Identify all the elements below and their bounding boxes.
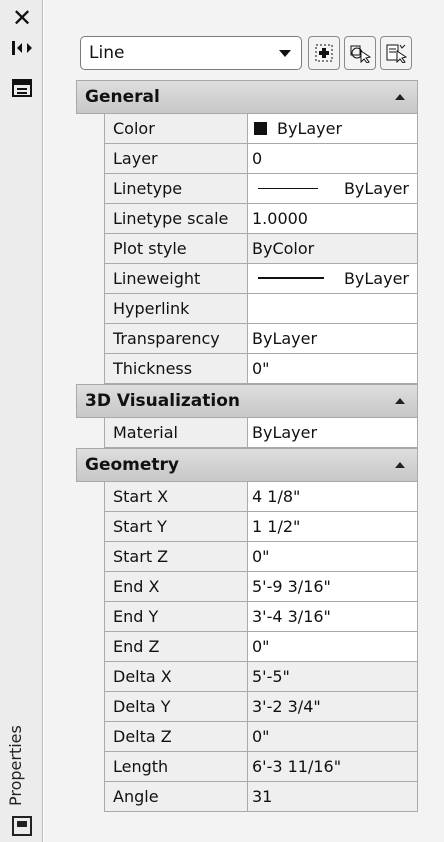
property-label: Transparency: [104, 324, 247, 354]
section-general[interactable]: General: [76, 80, 418, 114]
property-row[interactable]: Length 6'-3 11/16": [76, 752, 418, 782]
property-row[interactable]: Linetype ByLayer: [76, 174, 418, 204]
collapse-icon[interactable]: [395, 398, 405, 404]
property-value[interactable]: ByLayer: [247, 324, 418, 354]
property-value[interactable]: ByLayer: [247, 418, 418, 448]
property-label: Delta Z: [104, 722, 247, 752]
property-row[interactable]: Start X 4 1/8": [76, 482, 418, 512]
property-value: 3'-2 3/4": [247, 692, 418, 722]
property-value[interactable]: ByLayer: [247, 174, 418, 204]
quick-select-button[interactable]: [380, 36, 412, 70]
property-value[interactable]: ByLayer: [247, 114, 418, 144]
linetype-sample-icon: [258, 188, 318, 189]
property-value[interactable]: 0: [247, 144, 418, 174]
property-value[interactable]: 4 1/8": [247, 482, 418, 512]
property-row[interactable]: End Z 0": [76, 632, 418, 662]
property-row[interactable]: Delta Z 0": [76, 722, 418, 752]
property-label: Linetype scale: [104, 204, 247, 234]
property-value[interactable]: 1 1/2": [247, 512, 418, 542]
auto-hide-icon[interactable]: [10, 36, 34, 60]
property-label: Color: [104, 114, 247, 144]
property-value-text: ByLayer: [343, 179, 409, 198]
palette-settings-icon[interactable]: [12, 816, 32, 836]
property-value[interactable]: 5'-9 3/16": [247, 572, 418, 602]
property-label: Hyperlink: [104, 294, 247, 324]
property-row[interactable]: Delta X 5'-5": [76, 662, 418, 692]
property-label: Angle: [104, 782, 247, 812]
section-title: General: [85, 87, 160, 107]
property-label: Thickness: [104, 354, 247, 384]
property-value: 6'-3 11/16": [247, 752, 418, 782]
select-objects-button[interactable]: [344, 36, 376, 70]
property-label: Start Z: [104, 542, 247, 572]
property-row[interactable]: Delta Y 3'-2 3/4": [76, 692, 418, 722]
property-row[interactable]: Transparency ByLayer: [76, 324, 418, 354]
property-value[interactable]: ByLayer: [247, 264, 418, 294]
property-label: Linetype: [104, 174, 247, 204]
property-value[interactable]: 0": [247, 354, 418, 384]
section-title: Geometry: [85, 455, 179, 475]
property-label: Start X: [104, 482, 247, 512]
property-value-text: ByLayer: [343, 269, 409, 288]
property-value[interactable]: 3'-4 3/16": [247, 602, 418, 632]
section-title: 3D Visualization: [85, 391, 240, 411]
property-row[interactable]: Lineweight ByLayer: [76, 264, 418, 294]
property-value: 5'-5": [247, 662, 418, 692]
palette-title: Properties: [6, 725, 25, 806]
property-row[interactable]: Start Y 1 1/2": [76, 512, 418, 542]
toggle-pickadd-button[interactable]: [308, 36, 340, 70]
close-icon[interactable]: ✕: [10, 6, 34, 30]
properties-panel: Line General Color ByLayer Layer 0 Linet…: [44, 0, 444, 842]
property-row[interactable]: Thickness 0": [76, 354, 418, 384]
property-label: Plot style: [104, 234, 247, 264]
property-value-text: ByLayer: [277, 119, 343, 138]
collapse-icon[interactable]: [395, 94, 405, 100]
property-label: End X: [104, 572, 247, 602]
property-value: 0": [247, 722, 418, 752]
pickadd-icon: [315, 44, 333, 62]
property-row[interactable]: End Y 3'-4 3/16": [76, 602, 418, 632]
lineweight-sample-icon: [258, 277, 324, 279]
chevron-down-icon: [279, 50, 291, 57]
select-objects-icon: [350, 45, 371, 63]
property-row[interactable]: Start Z 0": [76, 542, 418, 572]
palette-titlebar: ✕ Properties: [0, 0, 43, 842]
property-row[interactable]: Layer 0: [76, 144, 418, 174]
property-label: Delta X: [104, 662, 247, 692]
property-label: Material: [104, 418, 247, 448]
object-type-select[interactable]: Line: [80, 36, 302, 70]
property-row[interactable]: Material ByLayer: [76, 418, 418, 448]
property-label: Lineweight: [104, 264, 247, 294]
property-label: Start Y: [104, 512, 247, 542]
property-value[interactable]: [247, 294, 418, 324]
property-row[interactable]: Hyperlink: [76, 294, 418, 324]
property-value[interactable]: 0": [247, 632, 418, 662]
property-row[interactable]: Color ByLayer: [76, 114, 418, 144]
property-label: End Y: [104, 602, 247, 632]
property-label: Layer: [104, 144, 247, 174]
color-swatch-icon: [254, 122, 267, 135]
property-grid: General Color ByLayer Layer 0 Linetype B…: [76, 80, 418, 812]
property-value[interactable]: 0": [247, 542, 418, 572]
property-value: 31: [247, 782, 418, 812]
properties-menu-icon[interactable]: [10, 76, 34, 100]
section-geometry[interactable]: Geometry: [76, 448, 418, 482]
property-label: Length: [104, 752, 247, 782]
property-label: End Z: [104, 632, 247, 662]
property-row[interactable]: Plot style ByColor: [76, 234, 418, 264]
property-row[interactable]: Angle 31: [76, 782, 418, 812]
collapse-icon[interactable]: [395, 462, 405, 468]
property-value: ByColor: [247, 234, 418, 264]
property-row[interactable]: End X 5'-9 3/16": [76, 572, 418, 602]
property-row[interactable]: Linetype scale 1.0000: [76, 204, 418, 234]
object-type-value: Line: [89, 43, 125, 63]
property-value[interactable]: 1.0000: [247, 204, 418, 234]
quick-select-icon: [386, 44, 407, 63]
section-3d-visualization[interactable]: 3D Visualization: [76, 384, 418, 418]
property-label: Delta Y: [104, 692, 247, 722]
